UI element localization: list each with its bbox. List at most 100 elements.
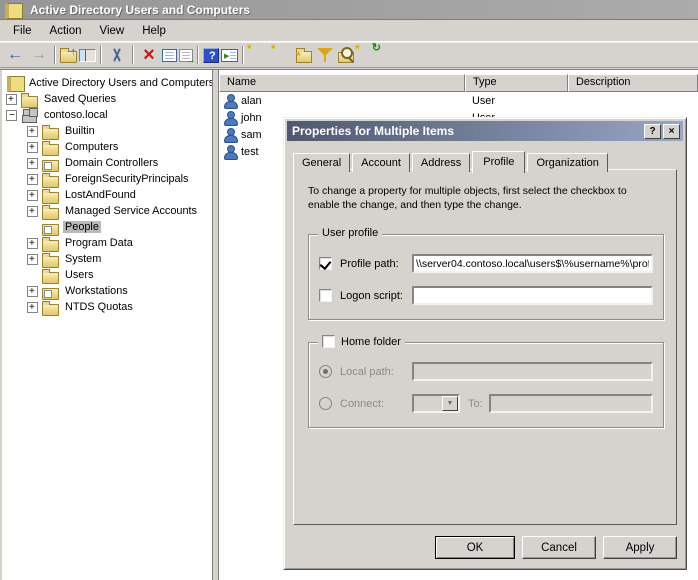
logon-script-checkbox[interactable]	[319, 289, 332, 302]
tree-item-icon	[42, 124, 59, 138]
tree-item-label[interactable]: Workstations	[63, 285, 130, 297]
tree-expander-icon[interactable]	[6, 94, 17, 105]
list-item[interactable]: alan User	[219, 92, 698, 109]
dialog-title: Properties for Multiple Items	[292, 124, 642, 138]
tab-general[interactable]: General	[293, 153, 350, 172]
aduc-window: Active Directory Users and Computers Fil…	[0, 0, 698, 580]
tree-item-label[interactable]: Builtin	[63, 125, 97, 137]
description-line1: To change a property for multiple object…	[308, 184, 664, 198]
tree-item-label[interactable]: Users	[63, 269, 95, 281]
toolbar-separator	[132, 46, 134, 64]
user-name: test	[241, 146, 259, 158]
tree-item-label[interactable]: LostAndFound	[63, 189, 138, 201]
new-user-icon[interactable]	[248, 45, 270, 65]
tree-item-root[interactable]: Active Directory Users and Computers	[2, 75, 212, 91]
action-pane-icon[interactable]	[221, 49, 238, 62]
tree-item-label[interactable]: Managed Service Accounts	[63, 205, 199, 217]
tab-profile[interactable]: Profile	[472, 151, 525, 173]
help-icon[interactable]	[203, 48, 219, 63]
dialog-buttons: OK Cancel Apply	[435, 536, 677, 559]
local-path-input	[412, 362, 653, 381]
tree-expander-icon[interactable]	[27, 286, 38, 297]
connect-label: Connect:	[340, 398, 412, 410]
pane-splitter[interactable]	[212, 70, 219, 580]
back-icon[interactable]	[4, 45, 26, 65]
dialog-close-button[interactable]: ×	[663, 124, 680, 139]
tree-item-icon	[6, 76, 23, 90]
tree-item-people[interactable]: People	[2, 219, 212, 235]
tree-item-domain-controllers[interactable]: Domain Controllers	[2, 155, 212, 171]
tree-item-label[interactable]: NTDS Quotas	[63, 301, 135, 313]
tree-item-saved-queries[interactable]: Saved Queries	[2, 91, 212, 107]
delegate-icon[interactable]	[356, 45, 378, 65]
tree-item-label[interactable]: Computers	[63, 141, 120, 153]
column-header-name[interactable]: Name	[219, 74, 465, 92]
menu-file[interactable]: File	[4, 23, 41, 39]
tree-item-ntds-quotas[interactable]: NTDS Quotas	[2, 299, 212, 315]
tree-expander-icon[interactable]	[27, 174, 38, 185]
menu-action[interactable]: Action	[41, 23, 91, 39]
tab-organization[interactable]: Organization	[527, 153, 607, 172]
delete-icon[interactable]	[138, 45, 160, 65]
tree-item-lostandfound[interactable]: LostAndFound	[2, 187, 212, 203]
menu-view[interactable]: View	[91, 23, 134, 39]
tree-item-users[interactable]: Users	[2, 267, 212, 283]
profile-path-input[interactable]	[412, 254, 653, 273]
tree-expander-icon[interactable]	[27, 126, 38, 137]
dropdown-arrow-icon[interactable]: ▼	[442, 396, 458, 411]
tree-expander-icon[interactable]	[27, 254, 38, 265]
apply-button[interactable]: Apply	[603, 536, 677, 559]
tree-item-foreignsecurityprincipals[interactable]: ForeignSecurityPrincipals	[2, 171, 212, 187]
tree-item-icon	[42, 204, 59, 218]
tree-expander-icon[interactable]	[27, 302, 38, 313]
tree-expander-icon[interactable]	[27, 190, 38, 201]
tree-expander-icon[interactable]	[27, 158, 38, 169]
connect-radio[interactable]	[319, 397, 332, 410]
tree-expander-icon[interactable]	[27, 238, 38, 249]
cancel-button[interactable]: Cancel	[522, 536, 596, 559]
filter-icon[interactable]	[314, 45, 336, 65]
tree-expander-icon[interactable]	[27, 206, 38, 217]
tree-item-label[interactable]: People	[63, 221, 101, 233]
tree-item-label[interactable]: Active Directory Users and Computers	[27, 77, 212, 89]
tree-item-label[interactable]: Domain Controllers	[63, 157, 160, 169]
show-console-tree-icon[interactable]	[79, 49, 96, 62]
profile-path-row: Profile path:	[319, 254, 653, 273]
tree-expander-icon[interactable]	[6, 110, 17, 121]
logon-script-input[interactable]	[412, 286, 653, 305]
tree-item-workstations[interactable]: Workstations	[2, 283, 212, 299]
cut-icon[interactable]	[106, 45, 128, 65]
tree-item-label[interactable]: ForeignSecurityPrincipals	[63, 173, 190, 185]
new-group-icon[interactable]	[272, 45, 294, 65]
tree-item-managed-service-accounts[interactable]: Managed Service Accounts	[2, 203, 212, 219]
dialog-help-button[interactable]: ?	[644, 124, 661, 139]
tree-item-program-data[interactable]: Program Data	[2, 235, 212, 251]
dialog-titlebar[interactable]: Properties for Multiple Items ? ×	[287, 121, 683, 141]
toolbar-separator	[54, 46, 56, 64]
menu-help[interactable]: Help	[133, 23, 175, 39]
tree-item-label[interactable]: System	[63, 253, 103, 265]
forward-icon[interactable]	[28, 45, 50, 65]
properties-icon[interactable]	[162, 49, 177, 62]
tree-item-contoso-local[interactable]: contoso.local	[2, 107, 212, 123]
local-path-radio[interactable]	[319, 365, 332, 378]
tree-expander-icon[interactable]	[27, 142, 38, 153]
tree-item-system[interactable]: System	[2, 251, 212, 267]
column-header-description[interactable]: Description	[568, 74, 698, 92]
home-folder-checkbox[interactable]	[322, 335, 335, 348]
tree-item-label[interactable]: contoso.local	[42, 109, 110, 121]
export-list-icon[interactable]	[179, 49, 193, 62]
ok-button[interactable]: OK	[435, 536, 515, 559]
tree-item-builtin[interactable]: Builtin	[2, 123, 212, 139]
tab-account[interactable]: Account	[352, 153, 410, 172]
find-icon[interactable]	[338, 52, 354, 63]
tree-item-computers[interactable]: Computers	[2, 139, 212, 155]
profile-path-checkbox[interactable]	[319, 257, 332, 270]
up-one-level-icon[interactable]	[60, 51, 77, 63]
tree-item-label[interactable]: Saved Queries	[42, 93, 118, 105]
column-header-type[interactable]: Type	[465, 74, 568, 92]
tab-address[interactable]: Address	[412, 153, 470, 172]
tree-item-label[interactable]: Program Data	[63, 237, 135, 249]
new-ou-icon[interactable]	[296, 51, 312, 63]
user-name: sam	[241, 129, 262, 141]
